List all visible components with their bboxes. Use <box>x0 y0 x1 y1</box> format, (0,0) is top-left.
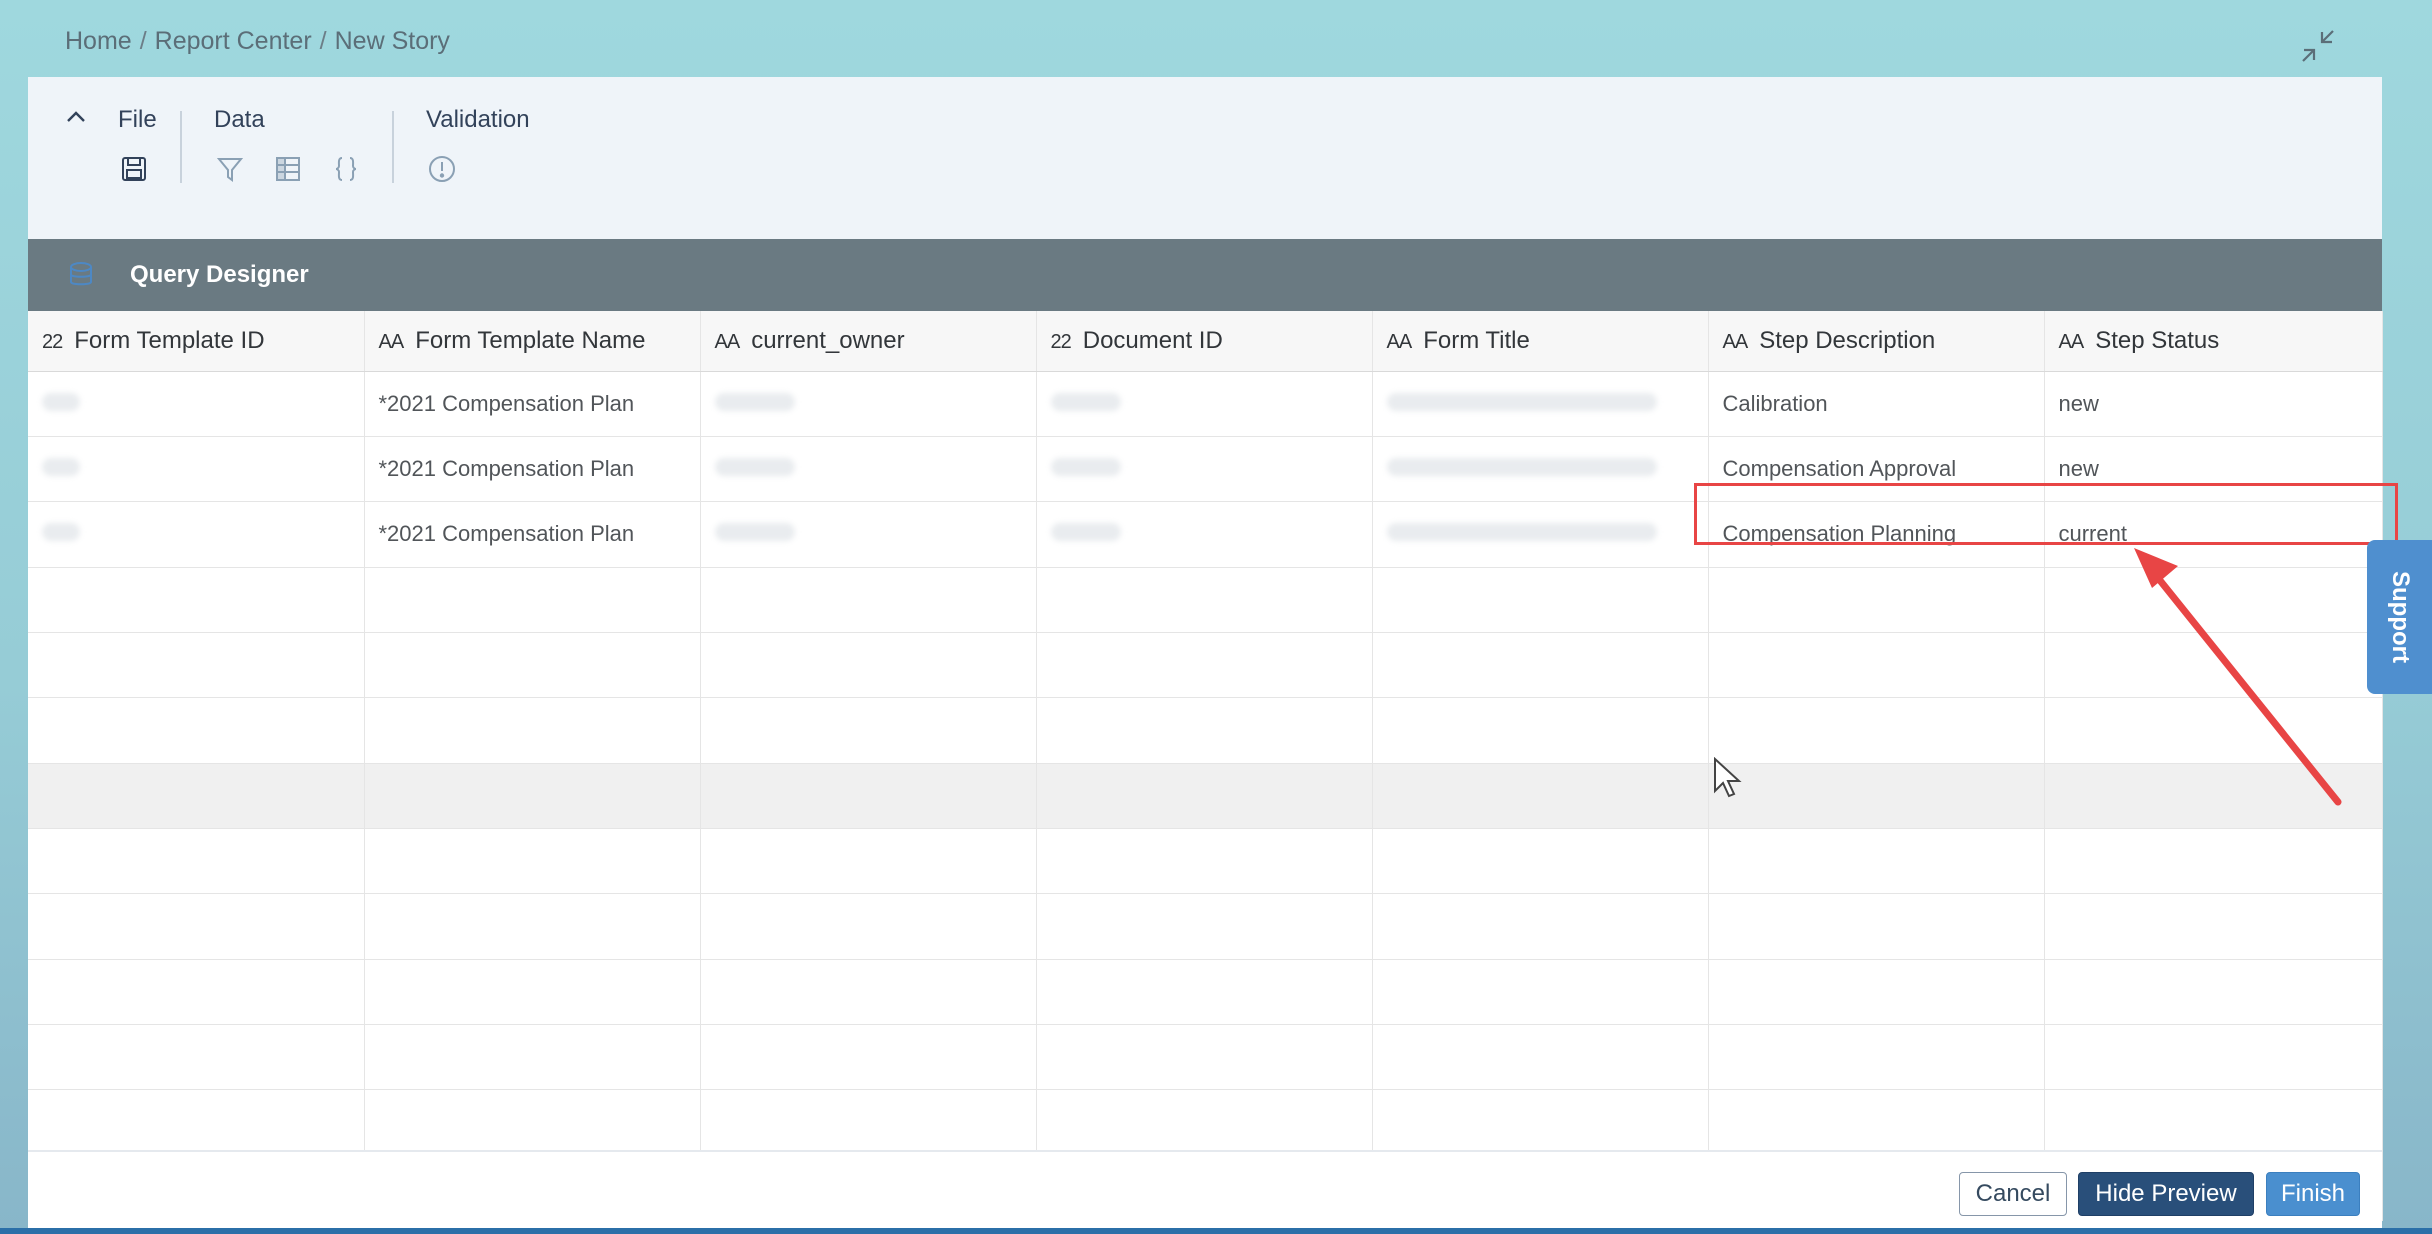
support-tab[interactable]: Support <box>2367 540 2432 694</box>
column-header-form-title[interactable]: AA Form Title <box>1372 311 1709 372</box>
redacted-value <box>1050 523 1121 542</box>
breadcrumb-separator: / <box>139 26 147 55</box>
redacted-value <box>42 458 80 477</box>
footer-bar: Cancel Hide Preview Finish <box>28 1150 2382 1228</box>
mouse-cursor-icon <box>1713 756 1743 799</box>
grid-cell: current <box>2044 501 2383 568</box>
grid-cell <box>28 436 365 503</box>
column-header-document-id[interactable]: 22 Document ID <box>1036 311 1373 372</box>
redacted-value <box>1386 523 1657 542</box>
exit-fullscreen-icon[interactable] <box>2300 28 2336 64</box>
query-designer-header: Query Designer <box>28 239 2382 311</box>
grid-cell: *2021 Compensation Plan <box>364 501 701 568</box>
redacted-value <box>42 523 80 542</box>
preview-grid: 22 Form Template ID AA Form Template Name … <box>28 311 2383 1222</box>
grid-cell <box>700 371 1037 437</box>
column-header-step-status[interactable]: AA Step Status <box>2044 311 2383 372</box>
toolbar-group-data: Data <box>214 105 362 185</box>
text-type-icon: AA <box>378 330 405 353</box>
redacted-value <box>714 392 795 411</box>
toolbar-divider <box>180 111 182 183</box>
bottom-strip <box>0 1228 2432 1234</box>
grid-cell <box>1036 436 1373 503</box>
grid-cell: *2021 Compensation Plan <box>364 371 701 437</box>
grid-cell <box>28 501 365 568</box>
story-panel: File Data Validation Query Designer 22 F… <box>28 77 2383 1227</box>
breadcrumb: Home / Report Center / New Story <box>65 24 450 58</box>
grid-cell <box>28 371 365 437</box>
toolbar-divider <box>392 111 394 183</box>
column-header-current-owner[interactable]: AA current_owner <box>700 311 1037 372</box>
redacted-value <box>714 458 795 477</box>
save-icon[interactable] <box>118 153 150 185</box>
support-tab-label: Support <box>2386 571 2414 663</box>
empty-row <box>28 828 2383 895</box>
grid-cell: Compensation Planning <box>1708 501 2045 568</box>
text-type-icon: AA <box>714 330 741 353</box>
breadcrumb-report-center[interactable]: Report Center <box>155 27 312 56</box>
grid-cell <box>700 436 1037 503</box>
grid-cell: new <box>2044 436 2383 503</box>
database-icon <box>66 260 96 290</box>
table-icon[interactable] <box>272 153 304 185</box>
table-row[interactable]: *2021 Compensation Plan Compensation Pla… <box>28 501 2383 568</box>
empty-row <box>28 697 2383 764</box>
finish-button[interactable]: Finish <box>2266 1172 2360 1216</box>
redacted-value <box>1386 392 1657 411</box>
redacted-value <box>1050 392 1121 411</box>
query-designer-title: Query Designer <box>130 261 309 288</box>
toolbar-validation-label: Validation <box>426 106 530 133</box>
grid-cell: Compensation Approval <box>1708 436 2045 503</box>
cancel-button[interactable]: Cancel <box>1959 1172 2067 1216</box>
redacted-value <box>42 392 80 411</box>
empty-row <box>28 1024 2383 1091</box>
grid-cell <box>1372 436 1709 503</box>
number-type-icon: 22 <box>1050 330 1072 353</box>
grid-header-row: 22 Form Template ID AA Form Template Name … <box>28 311 2383 372</box>
toolbar-group-validation: Validation <box>426 105 530 185</box>
filter-icon[interactable] <box>214 153 246 185</box>
grid-cell <box>1372 371 1709 437</box>
grid-cell <box>1036 501 1373 568</box>
column-header-form-template-name[interactable]: AA Form Template Name <box>364 311 701 372</box>
redacted-value <box>1386 458 1657 477</box>
redacted-value <box>1050 458 1121 477</box>
table-row[interactable]: *2021 Compensation Plan Calibration new <box>28 371 2383 437</box>
column-header-step-description[interactable]: AA Step Description <box>1708 311 2045 372</box>
exclamation-circle-icon[interactable] <box>426 153 458 185</box>
empty-row <box>28 763 2383 829</box>
text-type-icon: AA <box>1386 330 1413 353</box>
empty-row <box>28 959 2383 1025</box>
column-header-form-template-id[interactable]: 22 Form Template ID <box>28 311 365 372</box>
grid-cell <box>1036 371 1373 437</box>
toolbar: File Data Validation <box>28 77 2382 239</box>
grid-cell: Calibration <box>1708 371 2045 437</box>
chevron-up-icon[interactable] <box>62 103 90 131</box>
toolbar-file-label: File <box>118 106 157 133</box>
toolbar-group-file: File <box>118 105 157 185</box>
grid-cell: *2021 Compensation Plan <box>364 436 701 503</box>
grid-cell <box>1372 501 1709 568</box>
breadcrumb-current: New Story <box>334 26 450 55</box>
empty-row <box>28 567 2383 633</box>
breadcrumb-separator: / <box>319 26 327 55</box>
empty-row <box>28 632 2383 699</box>
grid-cell: new <box>2044 371 2383 437</box>
curly-braces-icon[interactable] <box>330 153 362 185</box>
toolbar-data-label: Data <box>214 106 265 133</box>
number-type-icon: 22 <box>42 330 63 353</box>
redacted-value <box>714 523 795 542</box>
text-type-icon: AA <box>2058 330 2085 353</box>
text-type-icon: AA <box>1722 330 1749 353</box>
hide-preview-button[interactable]: Hide Preview <box>2078 1172 2254 1216</box>
empty-row <box>28 1089 2383 1156</box>
grid-cell <box>700 501 1037 568</box>
breadcrumb-home[interactable]: Home <box>65 27 132 56</box>
table-row[interactable]: *2021 Compensation Plan Compensation App… <box>28 436 2383 503</box>
empty-row <box>28 893 2383 960</box>
